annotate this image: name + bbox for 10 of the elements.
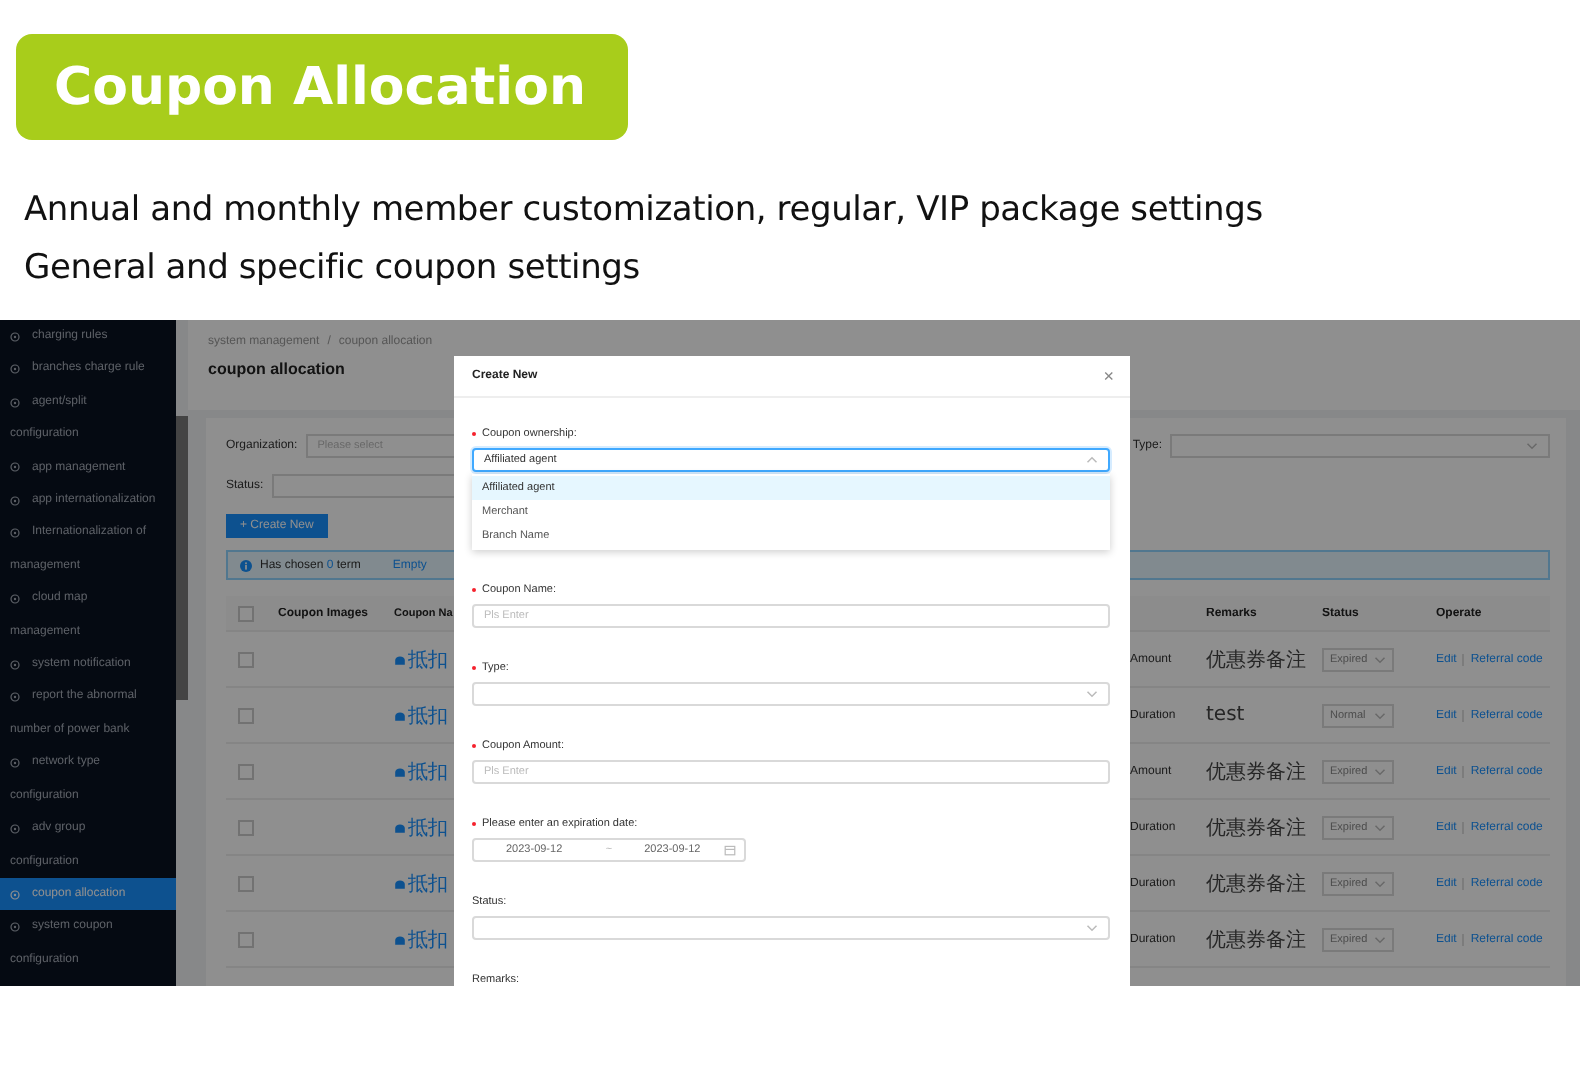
table-cell-text: 优惠券备注	[1206, 647, 1306, 673]
table-cell-text: 优惠券备注	[1206, 927, 1306, 953]
banner-title: Coupon Allocation	[54, 57, 586, 117]
subtitle-text: Annual and monthly member customization, regular, VIP package settings	[24, 188, 1265, 234]
subtitle-text: General and specific coupon settings	[24, 246, 642, 292]
table-cell-text: 优惠券备注	[1206, 871, 1306, 897]
page-title: coupon allocation	[208, 360, 345, 378]
table-cell: test	[1206, 704, 1245, 726]
table-cell-text: 优惠券备注	[1206, 759, 1306, 785]
table-cell-text: 优惠券备注	[1206, 815, 1306, 841]
